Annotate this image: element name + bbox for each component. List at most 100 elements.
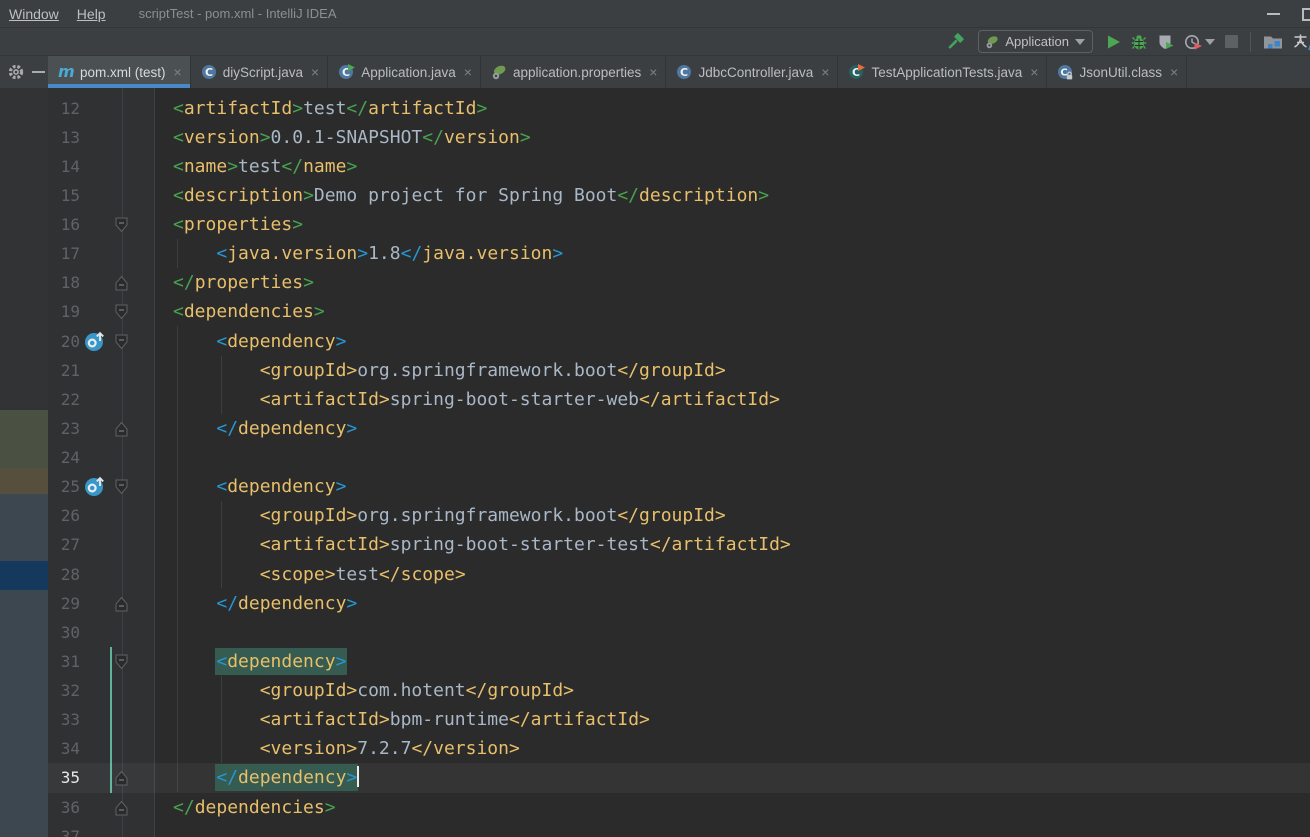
code-line[interactable]: 27 <artifactId>spring-boot-starter-test<… [48, 530, 1310, 559]
line-number[interactable]: 34 [48, 734, 80, 763]
tab-application-properties[interactable]: application.properties× [481, 56, 667, 88]
tab-diyscript-java[interactable]: CdiyScript.java× [191, 56, 328, 88]
tool-windows-button[interactable] [1263, 30, 1283, 54]
code-line[interactable]: 26 <groupId>org.springframework.boot</gr… [48, 501, 1310, 530]
line-number[interactable]: 18 [48, 268, 80, 297]
line-number[interactable]: 29 [48, 589, 80, 618]
code-line[interactable]: 15<description>Demo project for Spring B… [48, 181, 1310, 210]
line-number[interactable]: 20 [48, 327, 80, 356]
close-icon[interactable]: × [1170, 64, 1178, 80]
code-line[interactable]: 19<dependencies> [48, 297, 1310, 326]
profiler-button[interactable] [1184, 30, 1202, 54]
code-line[interactable]: 14<name>test</name> [48, 152, 1310, 181]
fold-marker-up[interactable] [115, 596, 128, 617]
fold-marker-down[interactable] [115, 654, 128, 675]
code-line[interactable]: 24 [48, 443, 1310, 472]
code-line[interactable]: 25 <dependency> [48, 472, 1310, 501]
window-controls [1267, 0, 1310, 28]
fold-marker-up[interactable] [115, 421, 128, 442]
line-number[interactable]: 14 [48, 152, 80, 181]
tab-jdbccontroller-java[interactable]: CJdbcController.java× [666, 56, 838, 88]
maximize-button[interactable] [1302, 8, 1310, 21]
minimize-button[interactable] [1267, 13, 1280, 15]
tab-application-java[interactable]: CApplication.java× [328, 56, 481, 88]
line-number[interactable]: 23 [48, 414, 80, 443]
tab-pom-xml-test-[interactable]: mpom.xml (test)× [48, 56, 191, 88]
code-line[interactable]: 30 [48, 618, 1310, 647]
code-line[interactable]: 13<version>0.0.1-SNAPSHOT</version> [48, 123, 1310, 152]
code-line[interactable]: 32 <groupId>com.hotent</groupId> [48, 676, 1310, 705]
hide-panel-button[interactable] [32, 71, 45, 73]
line-number[interactable]: 25 [48, 472, 80, 501]
close-icon[interactable]: × [821, 64, 829, 80]
fold-marker-down[interactable] [115, 217, 128, 238]
code-line[interactable]: 21 <groupId>org.springframework.boot</gr… [48, 356, 1310, 385]
text-caret [357, 766, 359, 787]
line-number[interactable]: 37 [48, 822, 80, 837]
code-line[interactable]: 28 <scope>test</scope> [48, 560, 1310, 589]
line-number[interactable]: 16 [48, 210, 80, 239]
fold-marker-down[interactable] [115, 334, 128, 355]
code-line[interactable]: 33 <artifactId>bpm-runtime</artifactId> [48, 705, 1310, 734]
line-number[interactable]: 22 [48, 385, 80, 414]
line-number[interactable]: 24 [48, 443, 80, 472]
tab-jsonutil-class[interactable]: CJsonUtil.class× [1047, 56, 1187, 88]
line-number[interactable]: 33 [48, 705, 80, 734]
menu-item-help[interactable]: Help [68, 6, 115, 22]
close-icon[interactable]: × [174, 64, 182, 80]
line-number[interactable]: 32 [48, 676, 80, 705]
line-number[interactable]: 19 [48, 297, 80, 326]
code-line[interactable]: 16<properties> [48, 210, 1310, 239]
line-number[interactable]: 35 [48, 763, 80, 792]
maven-dependency-gutter-icon[interactable] [84, 330, 106, 357]
line-number[interactable]: 15 [48, 181, 80, 210]
profiler-chevron-icon[interactable] [1205, 30, 1215, 54]
code-line[interactable]: 12<artifactId>test</artifactId> [48, 94, 1310, 123]
code-line[interactable]: 35 </dependency> [48, 763, 1310, 792]
left-strip-mark [0, 494, 48, 561]
close-icon[interactable]: × [1030, 64, 1038, 80]
line-number[interactable]: 36 [48, 793, 80, 822]
line-number[interactable]: 17 [48, 239, 80, 268]
code-line[interactable]: 29 </dependency> [48, 589, 1310, 618]
code-line[interactable]: 36</dependencies> [48, 793, 1310, 822]
fold-marker-up[interactable] [115, 770, 128, 791]
stop-button[interactable] [1225, 30, 1238, 54]
code-line[interactable]: 18</properties> [48, 268, 1310, 297]
menu-item-window[interactable]: Window [0, 6, 68, 22]
code-line[interactable]: 31 <dependency> [48, 647, 1310, 676]
translate-button[interactable]: A [1293, 30, 1310, 54]
close-icon[interactable]: × [464, 64, 472, 80]
close-icon[interactable]: × [311, 64, 319, 80]
debug-button[interactable] [1131, 30, 1147, 54]
settings-gear-button[interactable] [7, 63, 25, 81]
run-button[interactable] [1106, 30, 1121, 54]
code-line[interactable]: 37 [48, 822, 1310, 837]
line-number[interactable]: 31 [48, 647, 80, 676]
tab-testapplicationtests-java[interactable]: CTestApplicationTests.java× [838, 56, 1047, 88]
line-number[interactable]: 26 [48, 501, 80, 530]
line-number[interactable]: 28 [48, 560, 80, 589]
editor-tabs: mpom.xml (test)×CdiyScript.java×CApplica… [48, 56, 1187, 88]
fold-marker-down[interactable] [115, 304, 128, 325]
editor-pane[interactable]: 11<groupId>com.script</groupId>12<artifa… [48, 88, 1310, 837]
code-line[interactable]: 17 <java.version>1.8</java.version> [48, 239, 1310, 268]
run-with-coverage-button[interactable] [1157, 30, 1174, 54]
code-line[interactable]: 20 <dependency> [48, 327, 1310, 356]
fold-marker-up[interactable] [115, 800, 128, 821]
code-line[interactable]: 23 </dependency> [48, 414, 1310, 443]
line-number[interactable]: 13 [48, 123, 80, 152]
run-config-selector[interactable]: Application [978, 30, 1093, 53]
fold-marker-down[interactable] [115, 479, 128, 500]
build-hammer-button[interactable] [945, 30, 965, 54]
line-number[interactable]: 21 [48, 356, 80, 385]
line-number[interactable]: 12 [48, 94, 80, 123]
code-text: </dependency> [173, 414, 357, 443]
line-number[interactable]: 27 [48, 530, 80, 559]
close-icon[interactable]: × [649, 64, 657, 80]
code-line[interactable]: 22 <artifactId>spring-boot-starter-web</… [48, 385, 1310, 414]
fold-marker-up[interactable] [115, 275, 128, 296]
maven-dependency-gutter-icon[interactable] [84, 475, 106, 502]
code-line[interactable]: 34 <version>7.2.7</version> [48, 734, 1310, 763]
line-number[interactable]: 30 [48, 618, 80, 647]
